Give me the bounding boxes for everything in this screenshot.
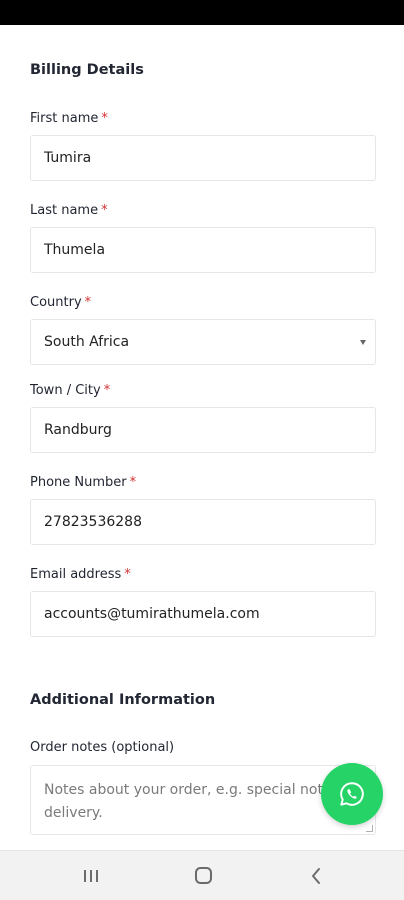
country-label: Country * [30, 295, 92, 310]
email-address-label: Email address * [30, 567, 131, 582]
town-city-label: Town / City * [30, 383, 111, 398]
chevron-down-icon [360, 340, 366, 345]
required-asterisk: * [101, 111, 108, 126]
first-name-field[interactable]: Tumira [30, 135, 376, 181]
last-name-field[interactable]: Thumela [30, 227, 376, 273]
required-asterisk: * [124, 567, 131, 582]
first-name-value: Tumira [44, 150, 92, 166]
home-icon [195, 867, 212, 884]
email-address-value: accounts@tumirathumela.com [44, 606, 260, 622]
order-notes-label: Order notes (optional) [30, 740, 175, 755]
back-button[interactable] [302, 864, 330, 888]
status-bar [0, 0, 404, 25]
town-city-value: Randburg [44, 422, 112, 438]
order-notes-placeholder: Notes about your order, e.g. special not… [44, 782, 363, 821]
billing-details-title: Billing Details [30, 62, 144, 78]
resize-handle-icon[interactable] [366, 825, 373, 832]
required-asterisk: * [103, 383, 111, 398]
whatsapp-icon [340, 782, 364, 806]
back-icon [312, 868, 320, 884]
recent-apps-button[interactable] [77, 864, 105, 888]
last-name-label: Last name * [30, 203, 108, 218]
town-city-field[interactable]: Randburg [30, 407, 376, 453]
phone-number-value: 27823536288 [44, 514, 142, 530]
phone-number-field[interactable]: 27823536288 [30, 499, 376, 545]
additional-information-title: Additional Information [30, 692, 216, 708]
whatsapp-chat-button[interactable] [321, 763, 383, 825]
first-name-label: First name * [30, 111, 108, 126]
recent-apps-icon [84, 870, 98, 882]
required-asterisk: * [84, 295, 92, 310]
email-address-field[interactable]: accounts@tumirathumela.com [30, 591, 376, 637]
required-asterisk: * [129, 475, 137, 490]
country-value: South Africa [44, 334, 130, 350]
country-select[interactable]: South Africa [30, 319, 376, 365]
phone-number-label: Phone Number * [30, 475, 137, 490]
last-name-value: Thumela [44, 242, 106, 258]
home-button[interactable] [189, 864, 217, 888]
system-navigation-bar [0, 850, 404, 900]
required-asterisk: * [101, 203, 108, 218]
checkout-form: Billing Details First name * Tumira Last … [0, 25, 404, 850]
